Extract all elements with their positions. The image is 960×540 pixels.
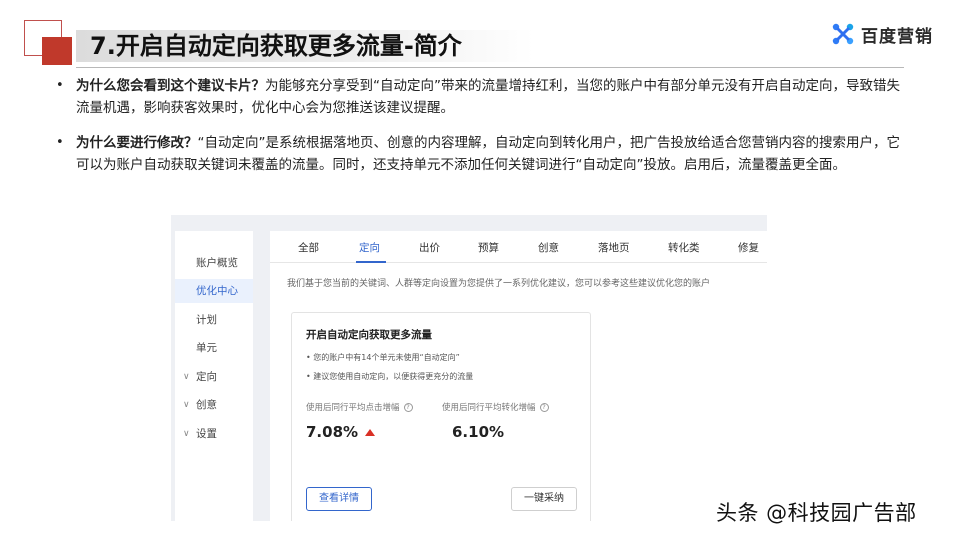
one-click-adopt-button[interactable]: 一键采纳: [511, 487, 577, 511]
metric-click-value: 7.08%: [306, 423, 376, 441]
metric-value-text: 6.10%: [452, 423, 505, 441]
bullet-list: • 为什么您会看到这个建议卡片？为能够充分享受到“自动定向”带来的流量增持红利，…: [56, 75, 906, 189]
slide-title: 7.开启自动定向获取更多流量-简介: [90, 32, 462, 60]
tab-budget[interactable]: 预算: [478, 240, 499, 255]
metric-conversion-value: 6.10%: [452, 423, 504, 441]
metric-label-text: 使用后同行平均转化增幅: [442, 403, 536, 413]
title-divider: [76, 67, 904, 68]
chevron-down-icon: ∨: [183, 429, 190, 439]
view-details-button[interactable]: 查看详情: [306, 487, 372, 511]
tab-landing-page[interactable]: 落地页: [598, 240, 630, 255]
bullet-dot: •: [56, 78, 64, 93]
sidebar: 账户概览 优化中心 计划 单元 ∨ 定向 ∨ 创意 ∨ 设置: [175, 231, 253, 521]
chevron-down-icon: ∨: [183, 400, 190, 410]
bullet-heading: 为什么您会看到这个建议卡片？: [76, 78, 265, 94]
sidebar-item-label: 单元: [196, 342, 217, 354]
tab-bidding[interactable]: 出价: [419, 240, 440, 255]
increase-arrow-icon: [365, 428, 376, 436]
metric-conversion-label: 使用后同行平均转化增幅 ?: [442, 401, 549, 413]
sidebar-item-unit[interactable]: 单元: [175, 336, 253, 360]
metric-label-text: 使用后同行平均点击增幅: [306, 403, 400, 413]
card-detail-line: • 建议您使用自动定向，以便获得更充分的流量: [306, 372, 474, 381]
tab-creative[interactable]: 创意: [538, 240, 559, 255]
bullet-text: “自动定向”是系统根据落地页、创意的内容理解，自动定向到转化用户，把广告投放给适…: [76, 135, 900, 173]
tab-all[interactable]: 全部: [298, 240, 319, 255]
card-title: 开启自动定向获取更多流量: [306, 329, 432, 341]
tab-bar: 全部 定向 出价 预算 创意 落地页 转化类 修复: [270, 231, 767, 263]
sidebar-item-settings[interactable]: ∨ 设置: [175, 422, 253, 446]
sidebar-item-targeting[interactable]: ∨ 定向: [175, 365, 253, 389]
watermark: 头条 @科技园广告部: [716, 501, 917, 525]
chevron-down-icon: ∨: [183, 372, 190, 382]
active-tab-indicator: [356, 261, 386, 263]
sidebar-item-account-overview[interactable]: 账户概览: [175, 251, 253, 275]
metric-value-text: 7.08%: [306, 423, 359, 441]
sidebar-item-creative[interactable]: ∨ 创意: [175, 393, 253, 417]
intro-text: 我们基于您当前的关键词、人群等定向设置为您提供了一系列优化建议，您可以参考这些建…: [287, 279, 711, 289]
sidebar-item-label: 创意: [196, 399, 217, 411]
tab-fix[interactable]: 修复: [738, 240, 759, 255]
sidebar-item-label: 计划: [196, 314, 217, 326]
question-icon[interactable]: ?: [539, 402, 549, 412]
card-detail-line: • 您的账户中有14个单元未使用“自动定向”: [306, 353, 460, 362]
embedded-screenshot: 账户概览 优化中心 计划 单元 ∨ 定向 ∨ 创意 ∨ 设置 全部 定向 出价 预算 …: [171, 215, 767, 521]
metric-click-label: 使用后同行平均点击增幅 ?: [306, 401, 413, 413]
bullet-heading: 为什么要进行修改？: [76, 135, 198, 151]
suggestion-card: 开启自动定向获取更多流量 • 您的账户中有14个单元未使用“自动定向” • 建议…: [291, 312, 591, 521]
sidebar-item-plan[interactable]: 计划: [175, 308, 253, 332]
brand-name: 百度营销: [861, 26, 933, 47]
sidebar-item-label: 优化中心: [196, 285, 238, 297]
sidebar-item-label: 定向: [196, 371, 217, 383]
question-icon[interactable]: ?: [403, 402, 413, 412]
bullet-item: • 为什么您会看到这个建议卡片？为能够充分享受到“自动定向”带来的流量增持红利，…: [56, 75, 906, 119]
bullet-dot: •: [56, 135, 64, 150]
main-panel: 全部 定向 出价 预算 创意 落地页 转化类 修复 我们基于您当前的关键词、人群…: [270, 231, 767, 521]
sidebar-item-label: 账户概览: [196, 257, 238, 269]
baidu-marketing-logo-icon: [832, 23, 854, 45]
tab-conversion[interactable]: 转化类: [668, 240, 700, 255]
sidebar-item-optimization-center[interactable]: 优化中心: [175, 279, 253, 303]
title-decoration-block: [42, 37, 72, 65]
brand-logo: 百度营销: [830, 20, 933, 48]
bullet-item: • 为什么要进行修改？“自动定向”是系统根据落地页、创意的内容理解，自动定向到转…: [56, 132, 906, 176]
sidebar-item-label: 设置: [196, 428, 217, 440]
tab-targeting[interactable]: 定向: [359, 240, 380, 255]
